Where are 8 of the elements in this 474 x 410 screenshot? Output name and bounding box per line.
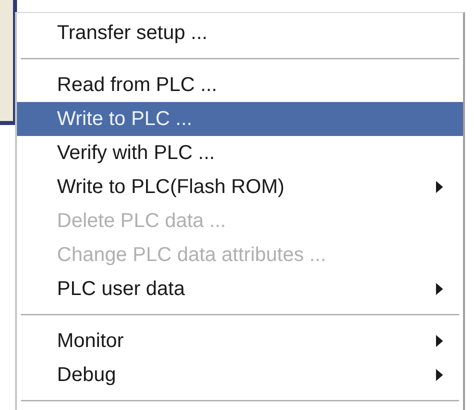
menu-item[interactable]: Verify with PLC ... xyxy=(17,136,463,170)
menu-item[interactable]: Monitor xyxy=(17,324,463,358)
menu-item[interactable]: PLC user data xyxy=(17,272,463,306)
menu-item[interactable]: Debug xyxy=(17,358,463,392)
menu-item[interactable]: Write to PLC ... xyxy=(17,102,463,136)
menu-item[interactable]: Read from PLC ... xyxy=(17,68,463,102)
menu-item[interactable]: Write to PLC(Flash ROM) xyxy=(17,170,463,204)
menu-item[interactable]: Transfer setup ... xyxy=(17,16,463,50)
